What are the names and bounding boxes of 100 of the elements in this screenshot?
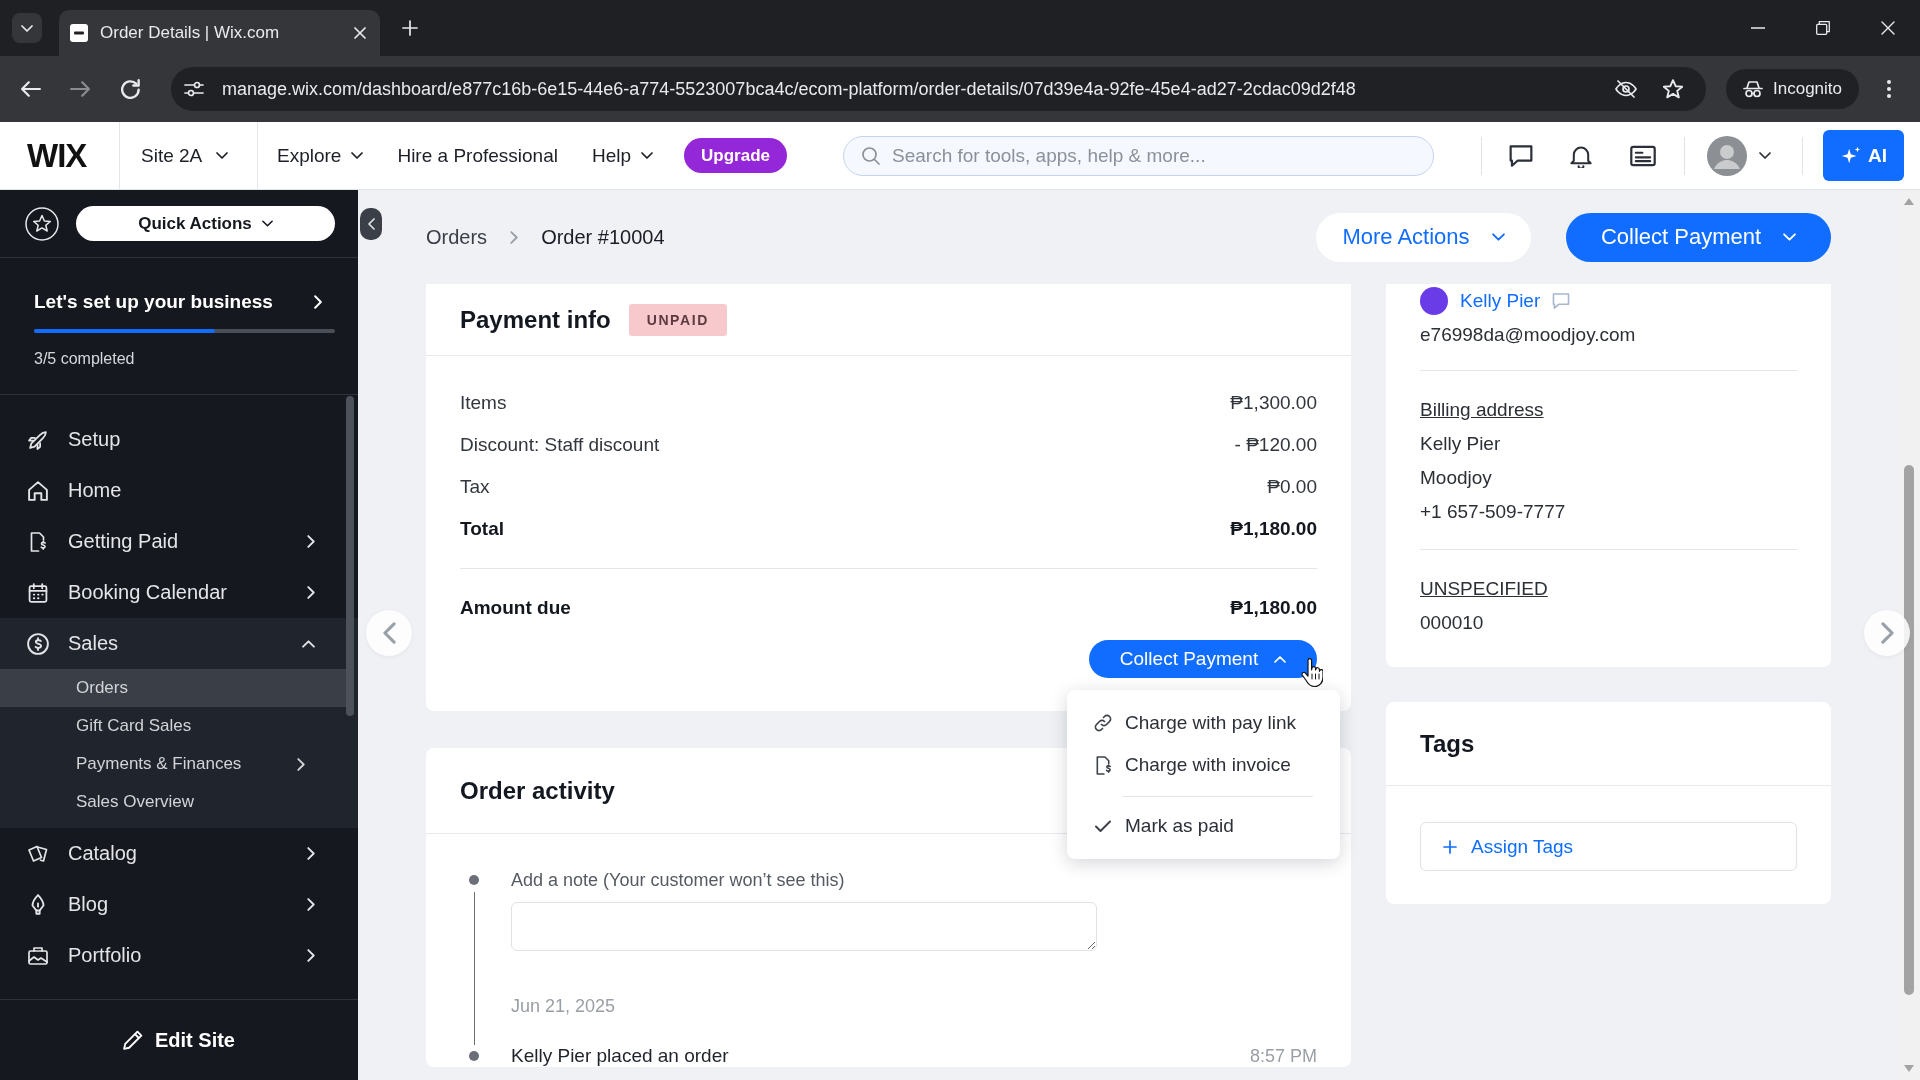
sidebar-item[interactable]: Sales: [0, 618, 358, 669]
scrollbar-thumb[interactable]: [1904, 465, 1914, 995]
submenu-item[interactable]: Payments & Finances: [0, 745, 348, 783]
sidebar-item[interactable]: Getting Paid: [0, 516, 358, 567]
eye-off-icon[interactable]: [1615, 79, 1637, 99]
submenu-item[interactable]: Orders: [0, 669, 348, 707]
address-line: Moodjoy: [1420, 466, 1492, 490]
sidebar-item[interactable]: Blog: [0, 879, 358, 930]
chevron-right-icon: [1880, 622, 1894, 644]
collect-payment-button[interactable]: Collect Payment: [1566, 212, 1831, 262]
chevron-down-icon: [216, 152, 229, 159]
browser-tab[interactable]: Order Details | Wix.com: [59, 10, 380, 56]
close-icon[interactable]: [354, 27, 366, 39]
pencil-icon: [123, 1030, 143, 1050]
site-selector[interactable]: Site 2A: [120, 122, 258, 189]
logo[interactable]: WIX: [0, 122, 120, 189]
incognito-icon: [1743, 80, 1763, 98]
chevron-down-icon[interactable]: [1759, 152, 1771, 159]
chevron-left-icon: [367, 218, 375, 230]
activity-text: Kelly Pier placed an order: [511, 1045, 729, 1067]
forward-arrow-icon[interactable]: [70, 80, 90, 98]
section-link[interactable]: UNSPECIFIED: [1420, 572, 1548, 606]
address-line: Kelly Pier: [1420, 432, 1501, 456]
favicon-icon: [70, 24, 88, 42]
plus-icon: [1443, 839, 1457, 854]
profile-button[interactable]: Incognito: [1726, 69, 1859, 109]
more-actions-button[interactable]: More Actions: [1316, 212, 1531, 262]
amount-due-label: Amount due: [460, 597, 571, 619]
star-icon[interactable]: [1663, 79, 1683, 99]
line-item-amount: ₱0.00: [1267, 476, 1317, 498]
chevron-down-icon: [261, 220, 273, 227]
upgrade-button[interactable]: Upgrade: [684, 138, 787, 173]
tune-icon[interactable]: [184, 80, 204, 98]
nav-menu[interactable]: Explore: [277, 144, 364, 167]
timeline-dot-icon: [469, 875, 479, 885]
next-button[interactable]: [1864, 610, 1910, 656]
activity-time: 8:57 PM: [1249, 1045, 1317, 1067]
line-item-label: Total: [460, 518, 504, 540]
breadcrumb-link[interactable]: Orders: [426, 225, 488, 249]
card-title: Payment info: [460, 305, 611, 334]
sidebar-item[interactable]: Booking Calendar: [0, 567, 358, 618]
sidebar-item[interactable]: Portfolio: [0, 930, 358, 981]
sidebar-item[interactable]: Setup: [0, 414, 358, 465]
chat-icon[interactable]: [1509, 144, 1533, 167]
document-dollar-icon: [1094, 755, 1112, 775]
address-bar[interactable]: manage.wix.com/dashboard/e877c16b-6e15-44e6-a774-5523007bca4c/ecom-platform/order-details/07d39e4a-92fe-45e4-ad27-2cdac09d2f48: [171, 67, 1706, 111]
rocket-icon: [28, 429, 48, 450]
image-frame-icon: [28, 945, 48, 966]
minimize-icon[interactable]: [1750, 27, 1765, 29]
chevron-right-icon: [314, 295, 322, 309]
assign-tags-button[interactable]: Assign Tags: [1420, 822, 1797, 871]
note-label: Add a note (Your customer won’t see this): [511, 869, 845, 891]
line-item-label: Discount: Staff discount: [460, 434, 660, 456]
home-icon: [28, 480, 48, 501]
tab-search-button[interactable]: [12, 13, 42, 43]
card-title: Tags: [1420, 729, 1475, 758]
more-vertical-icon[interactable]: [1887, 80, 1891, 98]
restore-icon[interactable]: [1815, 21, 1830, 35]
chevron-down-icon: [641, 152, 654, 159]
menu-item[interactable]: Charge with pay link: [1067, 702, 1340, 744]
sidebar-item[interactable]: Home: [0, 465, 358, 516]
activity-date: Jun 21, 2025: [511, 995, 616, 1017]
plus-icon[interactable]: [402, 20, 418, 36]
link-icon: [1094, 714, 1112, 732]
nav-menu[interactable]: Hire a Professional: [397, 144, 558, 167]
sidebar-item[interactable]: Catalog: [0, 828, 358, 879]
submenu-item[interactable]: Gift Card Sales: [0, 707, 348, 745]
quick-actions-button[interactable]: Quick Actions: [76, 206, 335, 241]
back-arrow-icon[interactable]: [21, 80, 41, 98]
panel-icon[interactable]: [1630, 144, 1656, 167]
menu-item[interactable]: Mark as paid: [1067, 805, 1340, 847]
amount-due-value: ₱1,180.00: [1230, 597, 1317, 619]
customer-name-link[interactable]: Kelly Pier: [1460, 290, 1541, 312]
nav-menu[interactable]: Help: [591, 144, 654, 167]
edit-site-button[interactable]: Edit Site: [123, 1028, 235, 1052]
cards-icon: [27, 843, 49, 864]
address-line: 000010: [1420, 611, 1484, 635]
section-link[interactable]: Billing address: [1420, 393, 1544, 427]
line-item-amount: - ₱120.00: [1234, 434, 1317, 456]
chevron-down-icon: [21, 24, 33, 32]
chevron-left-icon: [382, 622, 396, 644]
timeline-dot-icon: [469, 1051, 479, 1061]
menu-item[interactable]: Charge with invoice: [1067, 744, 1340, 786]
dollar-circle-icon: [27, 632, 49, 655]
note-input[interactable]: [511, 902, 1097, 951]
submenu-item[interactable]: Sales Overview: [0, 783, 348, 821]
previous-button[interactable]: [366, 610, 412, 656]
hand-cursor-icon: [1301, 658, 1323, 688]
scrollbar-thumb[interactable]: [346, 396, 354, 716]
reload-icon[interactable]: [121, 79, 141, 99]
line-item-label: Items: [460, 392, 507, 414]
collapse-sidebar-button[interactable]: [360, 208, 382, 240]
close-icon[interactable]: [1880, 21, 1895, 35]
customer-email: e76998da@moodjoy.com: [1420, 323, 1636, 347]
line-item-label: Tax: [460, 476, 490, 498]
pen-nib-icon: [29, 893, 47, 916]
ai-button[interactable]: AI: [1823, 130, 1904, 181]
avatar-icon[interactable]: [1707, 135, 1747, 176]
setup-link[interactable]: Let's set up your business: [34, 292, 335, 312]
collect-payment-button[interactable]: Collect Payment: [1089, 640, 1317, 678]
